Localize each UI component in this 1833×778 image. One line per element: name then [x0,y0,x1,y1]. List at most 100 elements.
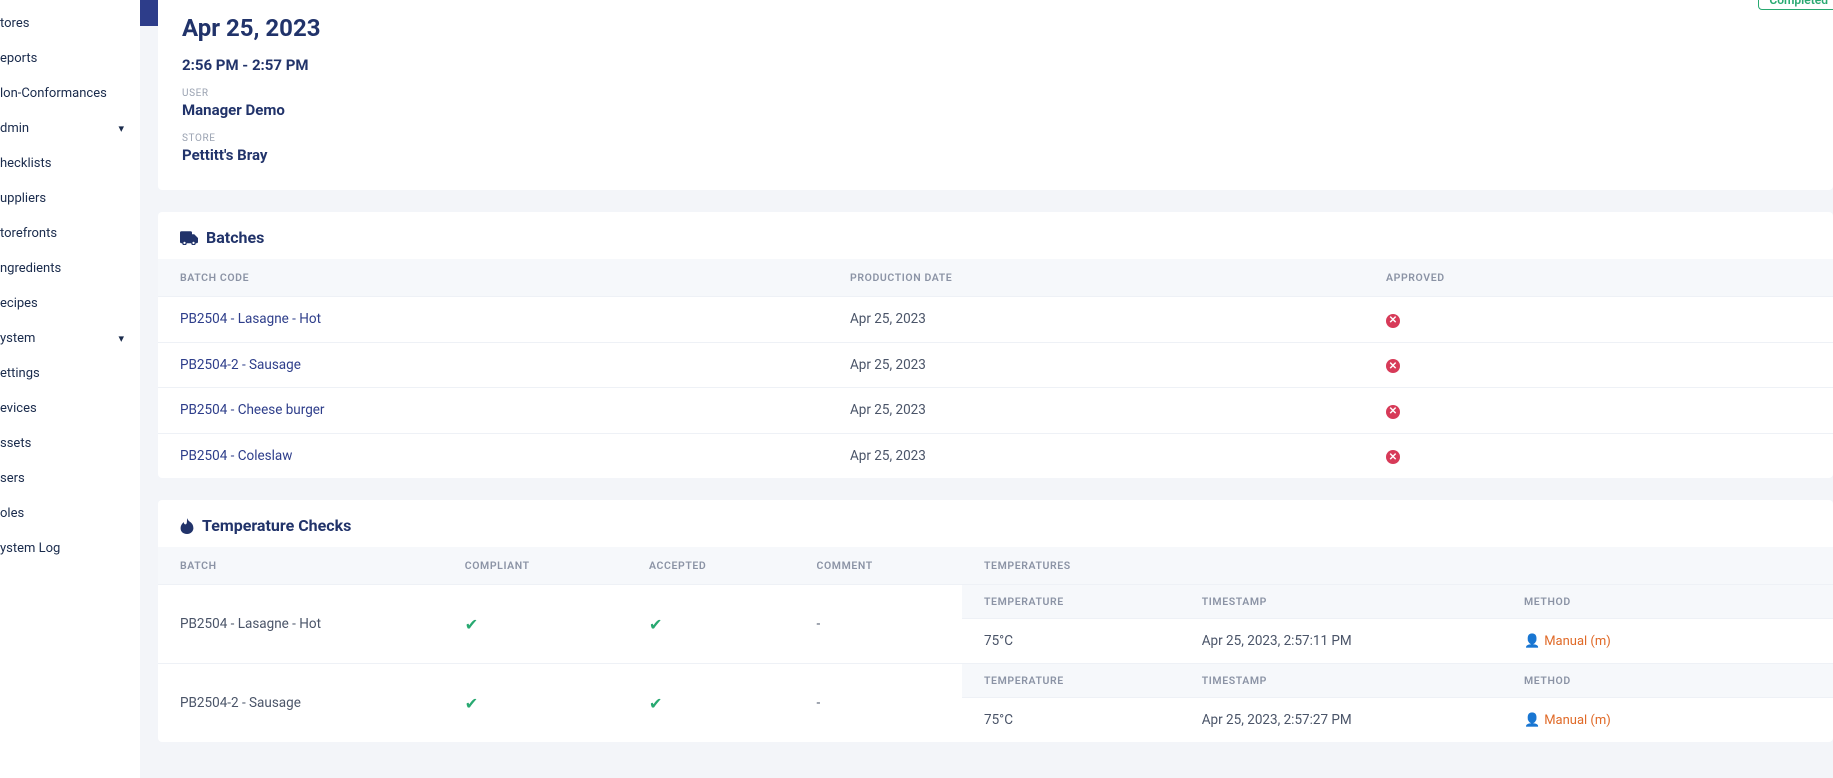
table-row: PB2504-2 - SausageApr 25, 2023✕ [158,342,1833,388]
batch-code-link[interactable]: PB2504 - Lasagne - Hot [158,297,828,343]
sidebar-item[interactable]: eports [0,41,140,76]
approved-cell: ✕ [1364,342,1833,388]
reading-timestamp: Apr 25, 2023, 2:57:27 PM [1180,698,1502,743]
sidebar-item[interactable]: lon-Conformances [0,76,140,111]
not-approved-icon: ✕ [1386,450,1400,464]
temps-col-comment: COMMENT [795,547,963,585]
batches-col-code: BATCH CODE [158,259,828,297]
subcol-timestamp: TIMESTAMP [1180,585,1502,619]
sidebar-item[interactable]: ystem▾ [0,321,140,356]
sidebar-item[interactable]: tores [0,6,140,41]
user-value: Manager Demo [182,101,1809,119]
check-icon: ✔ [465,694,478,713]
table-row: PB2504-2 - Sausage ✔ ✔ -TEMPERATURETIMESTAM… [158,664,1833,743]
reading-temperature: 75°C [962,619,1180,664]
record-header-card: Completed Apr 25, 2023 2:56 PM - 2:57 PM… [158,0,1833,190]
subcol-temperature: TEMPERATURE [962,664,1180,698]
temps-col-batch: BATCH [158,547,443,585]
sidebar-item[interactable]: ystem Log [0,531,140,566]
approved-cell: ✕ [1364,388,1833,434]
temperature-table: BATCH COMPLIANT ACCEPTED COMMENT TEMPERA… [158,547,1833,742]
sidebar-item-label: ecipes [0,296,38,311]
temp-compliant: ✔ [443,664,627,743]
sidebar-item[interactable]: ettings [0,356,140,391]
batches-col-approved: APPROVED [1364,259,1833,297]
temps-col-accepted: ACCEPTED [627,547,795,585]
temps-col-temperatures: TEMPERATURES [962,547,1833,585]
sidebar-item-label: dmin [0,121,29,136]
sidebar-item-label: ettings [0,366,40,381]
sidebar-item[interactable]: ssets [0,426,140,461]
check-icon: ✔ [465,615,478,634]
temp-comment: - [795,585,963,664]
person-icon: 👤 [1524,634,1540,649]
sidebar-item-label: ssets [0,436,31,451]
person-icon: 👤 [1524,713,1540,728]
sidebar-item-label: lon-Conformances [0,86,107,101]
sidebar-item-label: tores [0,16,29,31]
sidebar-item[interactable]: sers [0,461,140,496]
method-text: Manual (m) [1544,713,1611,728]
sidebar-item[interactable]: hecklists [0,146,140,181]
record-date: Apr 25, 2023 [182,14,1809,42]
sidebar-item[interactable]: torefronts [0,216,140,251]
not-approved-icon: ✕ [1386,314,1400,328]
check-icon: ✔ [649,694,662,713]
sidebar-item[interactable]: oles [0,496,140,531]
batch-code-link[interactable]: PB2504 - Coleslaw [158,433,828,478]
table-row: PB2504 - Lasagne - Hot ✔ ✔ -TEMPERATURETIME… [158,585,1833,664]
reading-method: 👤 Manual (m) [1502,619,1833,664]
temperature-title: Temperature Checks [202,516,351,535]
record-time-range: 2:56 PM - 2:57 PM [182,56,1809,74]
temp-readings-cell: TEMPERATURETIMESTAMPMETHOD75°CApr 25, 20… [962,664,1833,743]
sidebar-item-label: oles [0,506,24,521]
batches-panel-header: Batches [158,212,1833,259]
batch-code-link[interactable]: PB2504-2 - Sausage [158,342,828,388]
temp-batch: PB2504 - Lasagne - Hot [158,585,443,664]
reading-temperature: 75°C [962,698,1180,743]
chevron-down-icon: ▾ [118,122,124,135]
batches-col-date: PRODUCTION DATE [828,259,1364,297]
check-icon: ✔ [649,615,662,634]
temps-col-compliant: COMPLIANT [443,547,627,585]
subcol-method: METHOD [1502,585,1833,619]
sidebar-item-label: sers [0,471,25,486]
sidebar-item-label: ystem Log [0,541,60,556]
temp-subtable: TEMPERATURETIMESTAMPMETHOD75°CApr 25, 20… [962,664,1833,742]
chevron-down-icon: ▾ [118,332,124,345]
user-label: USER [182,88,1809,99]
sidebar-item-label: ngredients [0,261,61,276]
batches-table: BATCH CODE PRODUCTION DATE APPROVED PB25… [158,259,1833,478]
fire-icon [180,518,194,534]
temperature-panel: Temperature Checks BATCH COMPLIANT ACCEP… [158,500,1833,742]
main-content: Completed Apr 25, 2023 2:56 PM - 2:57 PM… [140,0,1833,778]
production-date: Apr 25, 2023 [828,388,1364,434]
table-row: PB2504 - Cheese burgerApr 25, 2023✕ [158,388,1833,434]
production-date: Apr 25, 2023 [828,342,1364,388]
sidebar-item-label: evices [0,401,37,416]
sidebar-item[interactable]: uppliers [0,181,140,216]
production-date: Apr 25, 2023 [828,433,1364,478]
temp-batch: PB2504-2 - Sausage [158,664,443,743]
subcol-temperature: TEMPERATURE [962,585,1180,619]
sidebar-item[interactable]: dmin ▾ [0,111,140,146]
reading-row: 75°CApr 25, 2023, 2:57:27 PM 👤 Manual (m) [962,698,1833,743]
reading-row: 75°CApr 25, 2023, 2:57:11 PM👤Manual (m) [962,619,1833,664]
subcol-timestamp: TIMESTAMP [1180,664,1502,698]
method-text: Manual (m) [1544,634,1611,649]
batch-code-link[interactable]: PB2504 - Cheese burger [158,388,828,434]
sidebar-item-label: torefronts [0,226,57,241]
status-badge: Completed [1758,0,1833,10]
temp-accepted: ✔ [627,664,795,743]
temp-comment: - [795,664,963,743]
sidebar-item-label: eports [0,51,37,66]
sidebar-item[interactable]: ngredients [0,251,140,286]
production-date: Apr 25, 2023 [828,297,1364,343]
batches-panel: Batches BATCH CODE PRODUCTION DATE APPRO… [158,212,1833,478]
batches-title: Batches [206,228,264,247]
sidebar-item[interactable]: ecipes [0,286,140,321]
subcol-method: METHOD [1502,664,1833,698]
temperature-panel-header: Temperature Checks [158,500,1833,547]
temp-readings-cell: TEMPERATURETIMESTAMPMETHOD75°CApr 25, 20… [962,585,1833,664]
sidebar-item[interactable]: evices [0,391,140,426]
